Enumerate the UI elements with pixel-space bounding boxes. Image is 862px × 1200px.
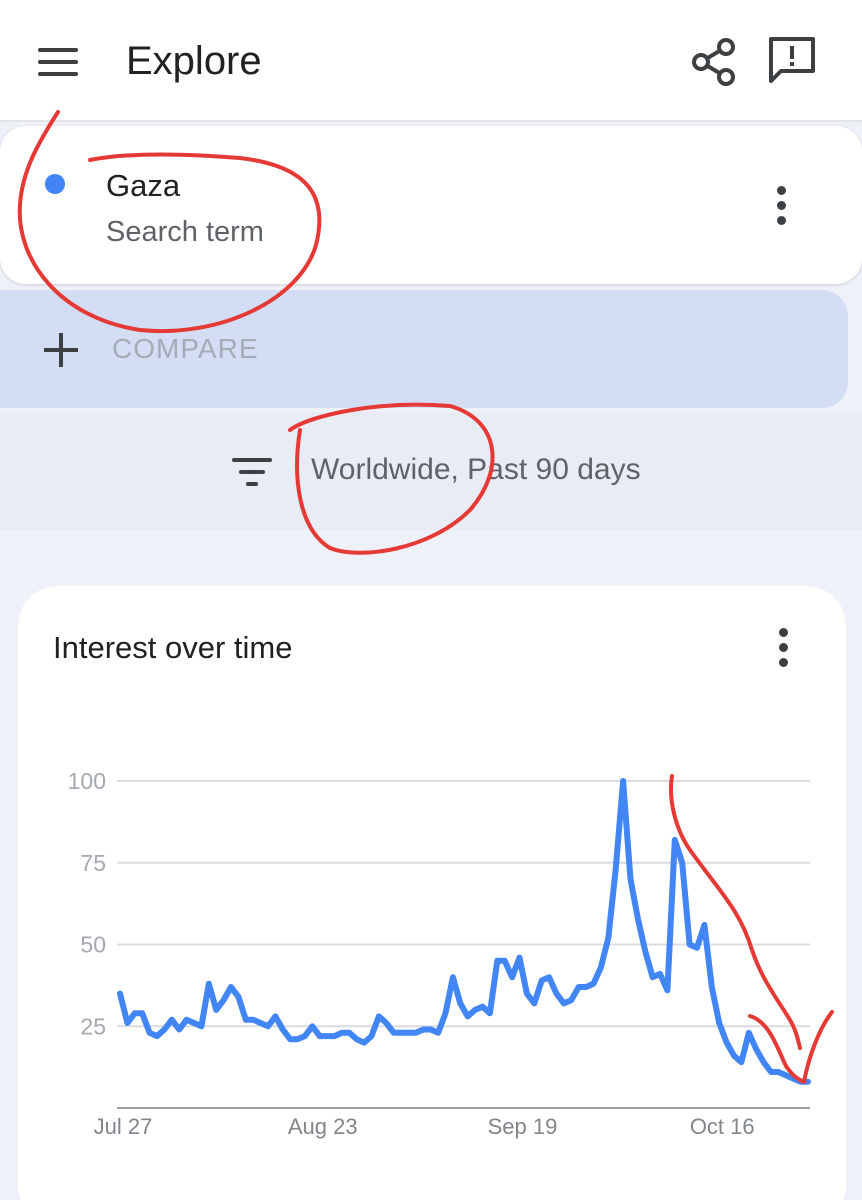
add-icon xyxy=(44,333,78,367)
series-line-gaza xyxy=(117,778,811,1085)
series-color-dot xyxy=(45,174,65,194)
menu-icon[interactable] xyxy=(30,36,86,88)
search-term-name: Gaza xyxy=(106,168,181,203)
search-term-type: Search term xyxy=(106,216,264,248)
page-title: Explore xyxy=(126,39,262,83)
x-tick-label: Jul 27 xyxy=(94,1114,153,1139)
share-icon[interactable] xyxy=(688,36,738,88)
more-vert-icon[interactable] xyxy=(762,180,800,230)
compare-label: COMPARE xyxy=(112,333,259,364)
x-tick-label: Sep 19 xyxy=(488,1114,558,1139)
chart-more-vert-icon[interactable] xyxy=(764,622,802,672)
x-tick-label: Aug 23 xyxy=(288,1114,358,1139)
y-tick-label: 100 xyxy=(68,768,106,794)
x-tick-label: Oct 16 xyxy=(690,1114,755,1139)
feedback-icon[interactable] xyxy=(764,34,820,88)
y-tick-label: 75 xyxy=(80,850,106,876)
chart-title: Interest over time xyxy=(53,630,293,665)
filter-icon xyxy=(232,456,272,488)
y-tick-label: 25 xyxy=(80,1013,106,1039)
filter-label: Worldwide, Past 90 days xyxy=(311,453,641,486)
interest-line-chart: 100 75 50 25 Jul 27 Aug 23 Sep 19 Oct 16 xyxy=(68,768,811,1139)
y-tick-label: 50 xyxy=(80,932,106,958)
